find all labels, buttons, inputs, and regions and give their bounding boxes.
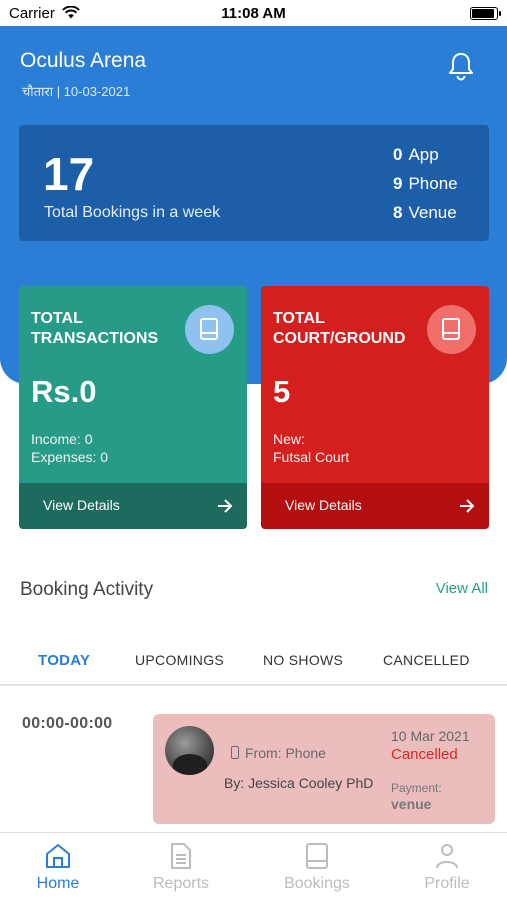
nav-label-bookings: Bookings [284,875,350,892]
document-icon [171,843,191,869]
bottom-tab-bar: Home Reports Bookings Profile [0,832,507,900]
nav-label-profile: Profile [424,875,470,892]
venue-name: Oculus Arena [20,49,147,72]
arrow-right-icon [218,499,233,513]
courts-view-details-button[interactable]: View Details [261,483,489,529]
nav-profile[interactable]: Profile [384,833,507,900]
total-transactions-card: TOTAL TRANSACTIONS Rs.0 Income: 0 Expens… [19,286,247,529]
view-details-label: View Details [285,497,362,513]
status-bar: Carrier 11:08 AM [0,0,507,26]
weekly-bookings-label: Total Bookings in a week [44,204,221,221]
booking-activity-title: Booking Activity [20,579,154,600]
nav-label-reports: Reports [152,875,210,892]
total-court-ground-card: TOTAL COURT/GROUND 5 New: Futsal Court V… [261,286,489,529]
summary-row-app: 0 App [393,145,439,164]
summary-row-phone: 9 Phone [393,174,458,193]
venue-subtitle: चौतारा | 10-03-2021 [22,84,131,99]
activity-tabs: TODAY UPCOMINGS NO SHOWS CANCELLED [0,640,507,686]
courts-details: New: Futsal Court [273,431,350,465]
booking-card[interactable]: From: Phone By: Jessica Cooley PhD 10 Ma… [153,714,495,824]
book-icon [185,305,234,354]
transactions-details: Income: 0 Expenses: 0 [31,431,109,465]
tab-cancelled[interactable]: CANCELLED [383,652,470,668]
tab-no-shows[interactable]: NO SHOWS [263,652,343,668]
battery-icon [470,7,501,20]
battery-fill [472,9,494,18]
booking-time-slot: 00:00-00:00 [22,715,113,732]
book-icon [427,305,476,354]
transactions-title: TOTAL TRANSACTIONS [31,310,159,347]
transactions-value: Rs.0 [31,374,97,409]
view-details-label: View Details [43,497,120,513]
payment-label: Payment: [391,781,442,795]
booking-source: From: Phone [231,745,326,761]
nav-label-home: Home [36,875,80,892]
weekly-bookings-count: 17 [43,148,95,200]
payment-value: venue [391,796,432,812]
nav-home[interactable]: Home [0,833,121,900]
view-all-link[interactable]: View All [436,580,488,597]
book-icon [306,843,328,869]
courts-value: 5 [273,374,291,409]
tab-today[interactable]: TODAY [38,652,90,669]
nav-reports[interactable]: Reports [118,833,244,900]
avatar [165,726,214,775]
transactions-view-details-button[interactable]: View Details [19,483,247,529]
nav-bookings[interactable]: Bookings [254,833,380,900]
booking-date: 10 Mar 2021 [391,728,470,744]
arrow-right-icon [460,499,475,513]
booked-by: By: Jessica Cooley PhD [224,775,374,791]
status-time: 11:08 AM [221,5,286,22]
weekly-bookings-summary: 17 Total Bookings in a week 0 App 9 Phone … [19,125,489,241]
tab-upcomings[interactable]: UPCOMINGS [135,652,224,668]
home-icon [46,844,70,868]
summary-row-venue: 8 Venue [393,203,457,222]
courts-title: TOTAL COURT/GROUND [273,310,406,347]
person-icon [436,844,458,869]
booking-status: Cancelled [391,746,458,763]
phone-icon [231,746,239,759]
notification-bell-icon[interactable] [445,50,477,82]
